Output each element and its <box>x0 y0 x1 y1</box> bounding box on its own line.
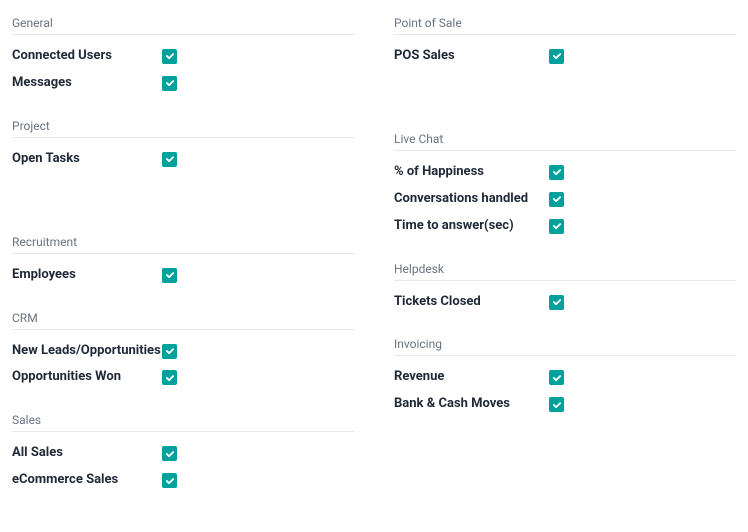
section-title: Live Chat <box>394 132 736 151</box>
setting-label: % of Happiness <box>394 164 549 181</box>
setting-label: Messages <box>12 75 162 92</box>
checkbox-ecommerce-sales[interactable] <box>162 473 177 488</box>
setting-label: eCommerce Sales <box>12 472 162 489</box>
section-invoicing: Invoicing Revenue Bank & Cash Moves <box>394 337 736 418</box>
section-title: CRM <box>12 311 354 330</box>
spacer <box>12 195 354 235</box>
settings-columns: General Connected Users Messages Project… <box>12 16 736 516</box>
section-title: Recruitment <box>12 235 354 254</box>
setting-row: New Leads/Opportunities <box>12 338 354 365</box>
setting-label: Bank & Cash Moves <box>394 396 549 413</box>
section-crm: CRM New Leads/Opportunities Opportunitie… <box>12 311 354 392</box>
setting-label: Opportunities Won <box>12 369 162 386</box>
section-title: General <box>12 16 354 35</box>
checkbox-bank-cash[interactable] <box>549 397 564 412</box>
setting-row: Open Tasks <box>12 146 354 173</box>
setting-row: Connected Users <box>12 43 354 70</box>
setting-row: Opportunities Won <box>12 364 354 391</box>
checkbox-new-leads[interactable] <box>162 344 177 359</box>
setting-label: POS Sales <box>394 48 549 65</box>
setting-row: All Sales <box>12 440 354 467</box>
section-project: Project Open Tasks <box>12 119 354 173</box>
setting-row: Messages <box>12 70 354 97</box>
checkbox-employees[interactable] <box>162 268 177 283</box>
section-livechat: Live Chat % of Happiness Conversations h… <box>394 132 736 240</box>
section-sales: Sales All Sales eCommerce Sales <box>12 413 354 494</box>
checkbox-pos-sales[interactable] <box>549 49 564 64</box>
checkbox-time-to-answer[interactable] <box>549 219 564 234</box>
section-title: Helpdesk <box>394 262 736 281</box>
setting-label: Revenue <box>394 369 549 386</box>
checkbox-conversations[interactable] <box>549 192 564 207</box>
setting-label: All Sales <box>12 445 162 462</box>
left-column: General Connected Users Messages Project… <box>12 16 354 516</box>
setting-label: New Leads/Opportunities <box>12 343 162 360</box>
setting-label: Tickets Closed <box>394 294 549 311</box>
checkbox-open-tasks[interactable] <box>162 152 177 167</box>
setting-row: Conversations handled <box>394 186 736 213</box>
checkbox-tickets-closed[interactable] <box>549 295 564 310</box>
right-column: Point of Sale POS Sales Live Chat % of H… <box>394 16 736 516</box>
checkbox-happiness[interactable] <box>549 165 564 180</box>
setting-row: Employees <box>12 262 354 289</box>
section-title: Sales <box>12 413 354 432</box>
section-title: Invoicing <box>394 337 736 356</box>
checkbox-messages[interactable] <box>162 76 177 91</box>
checkbox-all-sales[interactable] <box>162 446 177 461</box>
setting-row: Revenue <box>394 364 736 391</box>
section-title: Point of Sale <box>394 16 736 35</box>
spacer <box>394 92 736 132</box>
setting-label: Employees <box>12 267 162 284</box>
setting-row: Time to answer(sec) <box>394 213 736 240</box>
setting-label: Open Tasks <box>12 151 162 168</box>
setting-row: POS Sales <box>394 43 736 70</box>
setting-row: % of Happiness <box>394 159 736 186</box>
section-pos: Point of Sale POS Sales <box>394 16 736 70</box>
setting-row: eCommerce Sales <box>12 467 354 494</box>
checkbox-connected-users[interactable] <box>162 49 177 64</box>
checkbox-opportunities-won[interactable] <box>162 370 177 385</box>
setting-row: Bank & Cash Moves <box>394 391 736 418</box>
section-title: Project <box>12 119 354 138</box>
setting-row: Tickets Closed <box>394 289 736 316</box>
section-helpdesk: Helpdesk Tickets Closed <box>394 262 736 316</box>
setting-label: Time to answer(sec) <box>394 218 549 235</box>
section-recruitment: Recruitment Employees <box>12 235 354 289</box>
setting-label: Conversations handled <box>394 191 549 208</box>
section-general: General Connected Users Messages <box>12 16 354 97</box>
setting-label: Connected Users <box>12 48 162 65</box>
checkbox-revenue[interactable] <box>549 370 564 385</box>
